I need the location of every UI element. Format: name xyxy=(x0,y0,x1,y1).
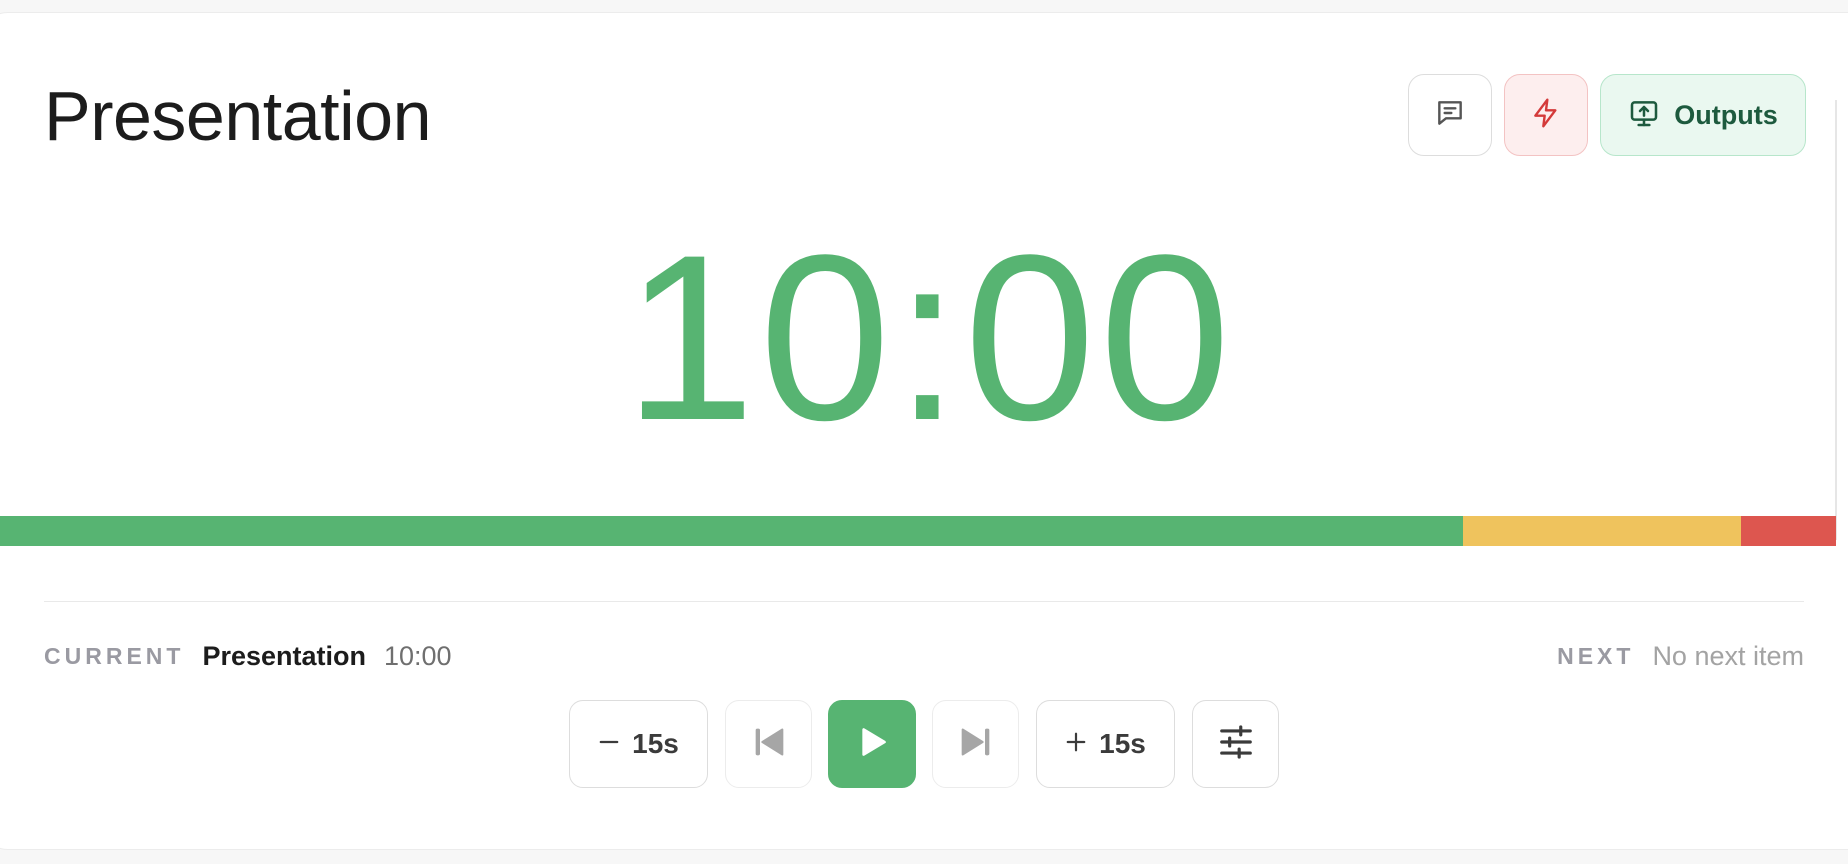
plus-icon xyxy=(1065,731,1087,758)
current-label: CURRENT xyxy=(44,642,185,669)
page-title: Presentation xyxy=(44,77,432,155)
outputs-label: Outputs xyxy=(1674,99,1778,130)
zap-icon xyxy=(1530,97,1562,134)
progress-segment-green xyxy=(0,516,1464,546)
divider xyxy=(44,601,1804,602)
timer-display: 10:00 xyxy=(624,206,1235,470)
sliders-icon xyxy=(1217,723,1255,766)
minus-icon xyxy=(598,731,620,758)
subtract-15s-label: 15s xyxy=(632,728,679,759)
message-square-icon xyxy=(1434,97,1466,134)
play-button[interactable] xyxy=(828,700,916,788)
add-15s-label: 15s xyxy=(1099,728,1146,759)
scrollbar[interactable] xyxy=(1835,100,1837,540)
progress-segment-yellow xyxy=(1463,516,1741,546)
skip-back-icon xyxy=(749,722,789,767)
next-label: NEXT xyxy=(1557,642,1635,669)
notes-button[interactable] xyxy=(1408,74,1492,156)
next-item-button[interactable] xyxy=(932,700,1019,788)
subtract-15s-button[interactable]: 15s xyxy=(569,700,708,788)
current-item-info: CURRENT Presentation 10:00 xyxy=(44,637,452,675)
timer-progress-bar xyxy=(0,516,1836,546)
skip-forward-icon xyxy=(956,722,996,767)
play-icon xyxy=(852,722,892,767)
progress-segment-red xyxy=(1740,516,1836,546)
current-item-name: Presentation xyxy=(202,640,366,671)
next-item-value: No next item xyxy=(1652,640,1804,671)
current-item-duration: 10:00 xyxy=(384,640,452,671)
flash-button[interactable] xyxy=(1504,74,1588,156)
monitor-upload-icon xyxy=(1628,97,1660,134)
next-item-info: NEXT No next item xyxy=(1500,637,1804,675)
timer-settings-button[interactable] xyxy=(1192,700,1279,788)
outputs-button[interactable]: Outputs xyxy=(1600,74,1806,156)
previous-item-button[interactable] xyxy=(725,700,812,788)
add-15s-button[interactable]: 15s xyxy=(1036,700,1175,788)
